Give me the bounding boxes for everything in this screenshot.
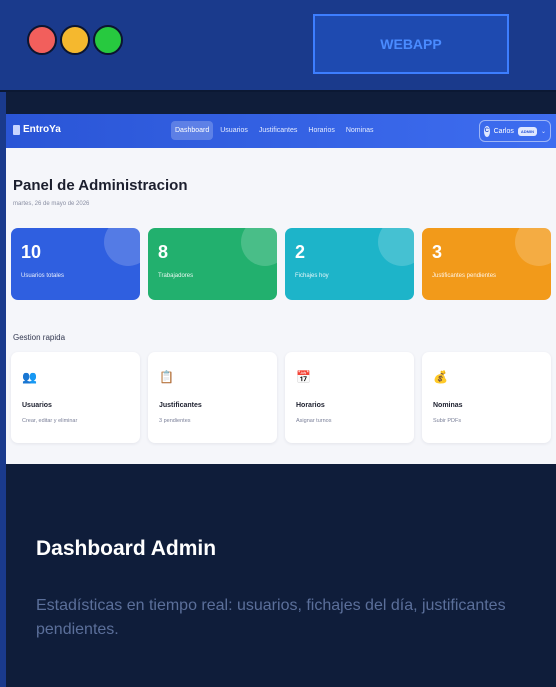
feature-description: Estadísticas en tiempo real: usuarios, f… bbox=[36, 597, 506, 638]
page-title: Panel de Administracion bbox=[13, 177, 188, 194]
user-name: Carlos bbox=[493, 127, 514, 135]
quick-card-subtitle: 3 pendientes bbox=[159, 418, 191, 424]
decorative-circle bbox=[515, 228, 551, 266]
decorative-circle bbox=[241, 228, 277, 266]
feature-title: Dashboard Admin bbox=[36, 537, 217, 560]
money-bag-icon: 💰 bbox=[433, 370, 448, 384]
stat-card-trabajadores: 8 Trabajadores bbox=[148, 228, 277, 300]
webapp-button[interactable]: WEBAPP bbox=[313, 14, 509, 74]
nav-dashboard[interactable]: Dashboard bbox=[171, 121, 214, 140]
stat-label: Fichajes hoy bbox=[295, 273, 329, 279]
calendar-icon: 📅 bbox=[296, 370, 311, 384]
stat-value: 2 bbox=[295, 242, 306, 262]
role-badge: ADMIN bbox=[517, 126, 537, 136]
stat-label: Justificantes pendientes bbox=[432, 273, 497, 279]
quick-card-title: Nominas bbox=[433, 402, 463, 409]
nav-horarios[interactable]: Horarios bbox=[304, 121, 338, 140]
nav-justificantes[interactable]: Justificantes bbox=[255, 121, 302, 140]
quick-card-title: Horarios bbox=[296, 402, 325, 409]
stat-label: Usuarios totales bbox=[21, 273, 65, 279]
quick-card-usuarios[interactable]: 👥 Usuarios Crear, editar y eliminar bbox=[11, 352, 140, 443]
quick-card-title: Justificantes bbox=[159, 402, 202, 409]
quick-card-nominas[interactable]: 💰 Nominas Subir PDFs bbox=[422, 352, 551, 443]
brand-name: EntroYa bbox=[23, 124, 61, 135]
window-titlebar: WEBAPP bbox=[0, 0, 556, 92]
user-menu[interactable]: C Carlos ADMIN ⌄ bbox=[479, 120, 551, 142]
nav-nominas[interactable]: Nominas bbox=[342, 121, 378, 140]
quick-card-horarios[interactable]: 📅 Horarios Asignar turnos bbox=[285, 352, 414, 443]
app-screenshot: EntroYa Dashboard Usuarios Justificantes… bbox=[6, 114, 556, 464]
clipboard-icon: 📋 bbox=[159, 370, 174, 384]
quick-card-justificantes[interactable]: 📋 Justificantes 3 pendientes bbox=[148, 352, 277, 443]
decorative-circle bbox=[104, 228, 140, 266]
nav-usuarios[interactable]: Usuarios bbox=[216, 121, 252, 140]
stat-card-fichajes: 2 Fichajes hoy bbox=[285, 228, 414, 300]
stat-card-usuarios: 10 Usuarios totales bbox=[11, 228, 140, 300]
section-title: Gestion rapida bbox=[13, 333, 66, 342]
quick-card-subtitle: Subir PDFs bbox=[433, 418, 462, 424]
avatar: C bbox=[484, 125, 490, 137]
maximize-window-button[interactable] bbox=[93, 25, 123, 55]
brand-logo[interactable]: EntroYa bbox=[13, 124, 61, 135]
quick-card-subtitle: Crear, editar y eliminar bbox=[22, 418, 78, 424]
page-date: martes, 26 de mayo de 2026 bbox=[13, 201, 90, 207]
users-icon: 👥 bbox=[22, 370, 37, 384]
stat-value: 8 bbox=[158, 242, 169, 262]
stat-value: 3 bbox=[432, 242, 443, 262]
building-icon bbox=[13, 124, 20, 135]
quick-card-subtitle: Asignar turnos bbox=[296, 418, 332, 424]
stat-value: 10 bbox=[21, 242, 42, 262]
nav-links: Dashboard Usuarios Justificantes Horario… bbox=[171, 121, 377, 140]
chevron-down-icon: ⌄ bbox=[540, 128, 546, 135]
close-window-button[interactable] bbox=[27, 25, 57, 55]
stat-card-justificantes: 3 Justificantes pendientes bbox=[422, 228, 551, 300]
top-navbar: EntroYa Dashboard Usuarios Justificantes… bbox=[6, 114, 556, 148]
quick-card-title: Usuarios bbox=[22, 402, 52, 409]
stat-label: Trabajadores bbox=[158, 273, 194, 279]
minimize-window-button[interactable] bbox=[60, 25, 90, 55]
decorative-circle bbox=[378, 228, 414, 266]
